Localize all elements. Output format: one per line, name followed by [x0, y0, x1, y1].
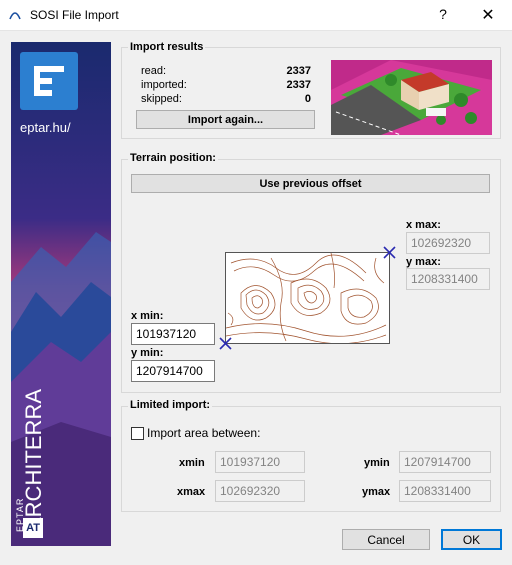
import-area-checkbox-label[interactable]: Import area between:	[147, 426, 260, 440]
import-preview-image	[331, 60, 492, 135]
import-again-button[interactable]: Import again...	[136, 110, 315, 129]
xmax-marker-icon	[383, 246, 396, 259]
ymax-label: y max:	[406, 256, 441, 268]
close-button[interactable]: ✕	[478, 5, 498, 25]
terrain-contour-map	[225, 252, 390, 344]
limited-xmin-field: 101937120	[215, 451, 305, 473]
limited-import-label: Limited import:	[128, 399, 213, 411]
title-bar: SOSI File Import ? ✕	[0, 0, 512, 31]
ymax-field: 1208331400	[406, 268, 490, 290]
imported-label: imported:	[141, 79, 187, 91]
xmin-label: x min:	[131, 310, 164, 322]
brand-architerra-text: ARCHITERRA	[21, 388, 46, 532]
limited-ymin-field: 1207914700	[399, 451, 491, 473]
window-title: SOSI File Import	[30, 8, 119, 22]
ymin-field[interactable]: 1207914700	[131, 360, 215, 382]
eptar-logo	[20, 52, 78, 110]
ok-button[interactable]: OK	[441, 529, 502, 550]
limited-ymin-label: ymin	[364, 457, 390, 469]
xmin-marker-icon	[219, 337, 232, 350]
limited-xmin-label: xmin	[179, 457, 205, 469]
use-previous-offset-button[interactable]: Use previous offset	[131, 174, 490, 193]
limited-xmax-field: 102692320	[215, 480, 305, 502]
ymin-label: y min:	[131, 347, 164, 359]
limited-xmax-label: xmax	[177, 486, 206, 498]
imported-value: 2337	[286, 79, 311, 91]
import-results-label: Import results	[128, 41, 206, 53]
skipped-label: skipped:	[141, 93, 182, 105]
xmax-label: x max:	[406, 219, 441, 231]
terrain-position-label: Terrain position:	[128, 152, 218, 164]
limited-ymax-field: 1208331400	[399, 480, 491, 502]
eptar-site-link[interactable]: eptar.hu/	[20, 120, 71, 135]
architerra-banner: eptar.hu/ EPTAR ARCHITERRA AT	[11, 42, 111, 546]
xmin-field[interactable]: 101937120	[131, 323, 215, 345]
skipped-value: 0	[304, 93, 311, 105]
architerra-logo-mark: AT	[23, 518, 43, 538]
app-icon	[9, 12, 21, 20]
limited-ymax-label: ymax	[362, 486, 391, 498]
xmax-field: 102692320	[406, 232, 490, 254]
read-label: read:	[141, 65, 167, 77]
read-value: 2337	[286, 65, 311, 77]
import-area-checkbox[interactable]	[131, 427, 144, 440]
help-button[interactable]: ?	[434, 6, 452, 22]
cancel-button[interactable]: Cancel	[342, 529, 430, 550]
